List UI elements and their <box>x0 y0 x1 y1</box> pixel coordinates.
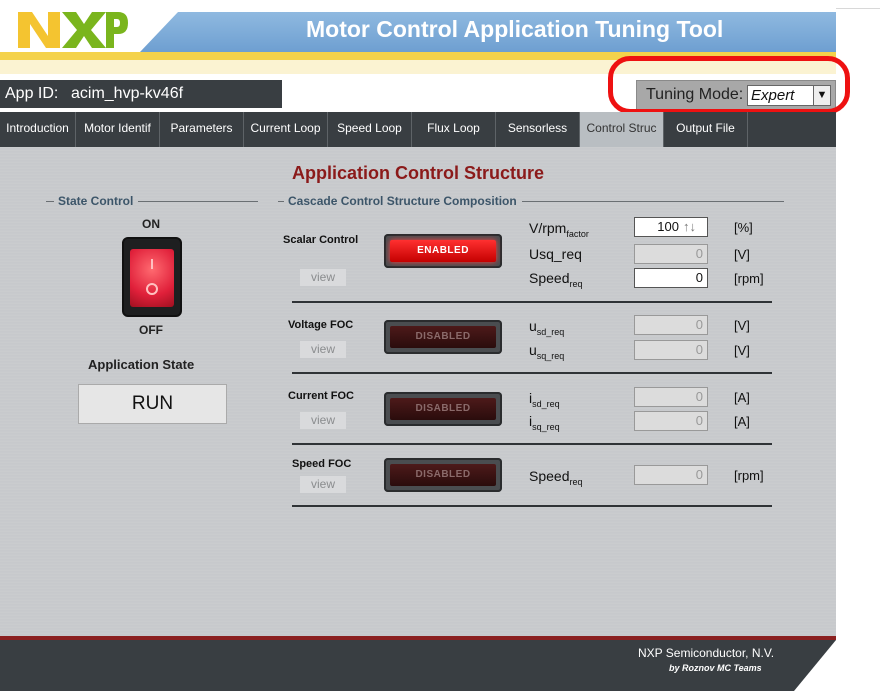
param-speed-label: Speedreq <box>529 270 583 289</box>
voltage-foc-status: DISABLED <box>390 326 496 348</box>
switch-on-label: ON <box>142 217 160 231</box>
spin-arrows-icon[interactable]: ↑↓ <box>683 219 696 234</box>
application-state-value: RUN <box>78 384 227 424</box>
footer-team: by Roznov MC Teams <box>669 663 762 673</box>
tab-control-struc[interactable]: Control Struc <box>580 112 664 147</box>
param-isd-label: isd_req <box>529 390 560 409</box>
param-usd-label: usd_req <box>529 318 565 337</box>
footer-company: NXP Semiconductor, N.V. <box>638 646 775 660</box>
scalar-control-status: ENABLED <box>390 240 496 262</box>
speed-req-input[interactable]: 0 <box>634 465 708 485</box>
tab-parameters[interactable]: Parameters <box>160 112 244 147</box>
speed-unit: [rpm] <box>734 271 764 286</box>
cascade-heading: Cascade Control Structure Composition <box>288 194 517 208</box>
usq-unit: [V] <box>734 247 750 262</box>
nxp-logo <box>18 12 128 48</box>
tab-speed-loop[interactable]: Speed Loop <box>328 112 412 147</box>
switch-circle-mark <box>146 283 158 295</box>
page-title: Application Control Structure <box>292 163 544 183</box>
isd-input[interactable]: 0 <box>634 387 708 407</box>
divider <box>522 201 784 202</box>
footer-line <box>0 636 836 640</box>
vrpm-unit: [%] <box>734 220 753 235</box>
app-id-label: App ID: <box>5 85 59 102</box>
current-foc-label: Current FOC <box>288 390 354 402</box>
scalar-control-toggle[interactable]: ENABLED <box>384 234 502 268</box>
speed-req-unit: [rpm] <box>734 468 764 483</box>
vrpm-input[interactable]: 100 <box>634 217 708 237</box>
param-isq-label: isq_req <box>529 413 560 432</box>
voltage-foc-label: Voltage FOC <box>288 319 354 331</box>
voltage-foc-toggle[interactable]: DISABLED <box>384 320 502 354</box>
divider <box>836 8 880 9</box>
app-window: Motor Control Application Tuning Tool Ap… <box>0 0 880 691</box>
power-icon[interactable] <box>130 249 174 307</box>
divider <box>292 443 772 445</box>
highlight-annotation <box>608 56 850 114</box>
tab-current-loop[interactable]: Current Loop <box>244 112 328 147</box>
tab-flux-loop[interactable]: Flux Loop <box>412 112 496 147</box>
isd-unit: [A] <box>734 390 750 405</box>
tab-introduction[interactable]: Introduction <box>0 112 76 147</box>
divider <box>292 505 772 507</box>
switch-line-mark <box>151 259 153 269</box>
current-view-button[interactable]: view <box>300 412 346 429</box>
divider <box>292 301 772 303</box>
application-state-label: Application State <box>88 357 195 372</box>
state-control-heading: State Control <box>58 194 134 208</box>
app-title: Motor Control Application Tuning Tool <box>306 16 724 42</box>
tab-sensorless[interactable]: Sensorless <box>496 112 580 147</box>
speed-view-button[interactable]: view <box>300 476 346 493</box>
usd-unit: [V] <box>734 318 750 333</box>
divider <box>46 201 54 202</box>
param-vrpm-label: V/rpmfactor <box>529 220 589 239</box>
usd-input[interactable]: 0 <box>634 315 708 335</box>
param-usq-label: Usq_req <box>529 246 582 262</box>
state-switch[interactable] <box>122 237 182 317</box>
scalar-view-button[interactable]: view <box>300 269 346 286</box>
speed-foc-label: Speed FOC <box>292 458 352 470</box>
divider <box>278 201 284 202</box>
main-panel: Application Control Structure State Cont… <box>0 147 836 637</box>
scalar-control-label: Scalar Control <box>283 234 359 246</box>
switch-off-label: OFF <box>139 323 163 337</box>
divider <box>138 201 258 202</box>
current-foc-toggle[interactable]: DISABLED <box>384 392 502 426</box>
divider <box>292 372 772 374</box>
param-speed-req-label: Speedreq <box>529 468 583 487</box>
speed-input[interactable]: 0 <box>634 268 708 288</box>
app-id-value: acim_hvp-kv46f <box>71 85 184 102</box>
usq-req-input[interactable]: 0 <box>634 340 708 360</box>
usq-req-unit: [V] <box>734 343 750 358</box>
current-foc-status: DISABLED <box>390 398 496 420</box>
tab-output-file[interactable]: Output File <box>664 112 748 147</box>
tab-motor-identif[interactable]: Motor Identif <box>76 112 160 147</box>
isq-unit: [A] <box>734 414 750 429</box>
tab-bar: Introduction Motor Identif Parameters Cu… <box>0 112 836 147</box>
usq-input[interactable]: 0 <box>634 244 708 264</box>
voltage-view-button[interactable]: view <box>300 341 346 358</box>
isq-input[interactable]: 0 <box>634 411 708 431</box>
param-usq-req-label: usq_req <box>529 342 565 361</box>
speed-foc-toggle[interactable]: DISABLED <box>384 458 502 492</box>
app-id-bar: App ID: acim_hvp-kv46f <box>0 80 282 108</box>
speed-foc-status: DISABLED <box>390 464 496 486</box>
